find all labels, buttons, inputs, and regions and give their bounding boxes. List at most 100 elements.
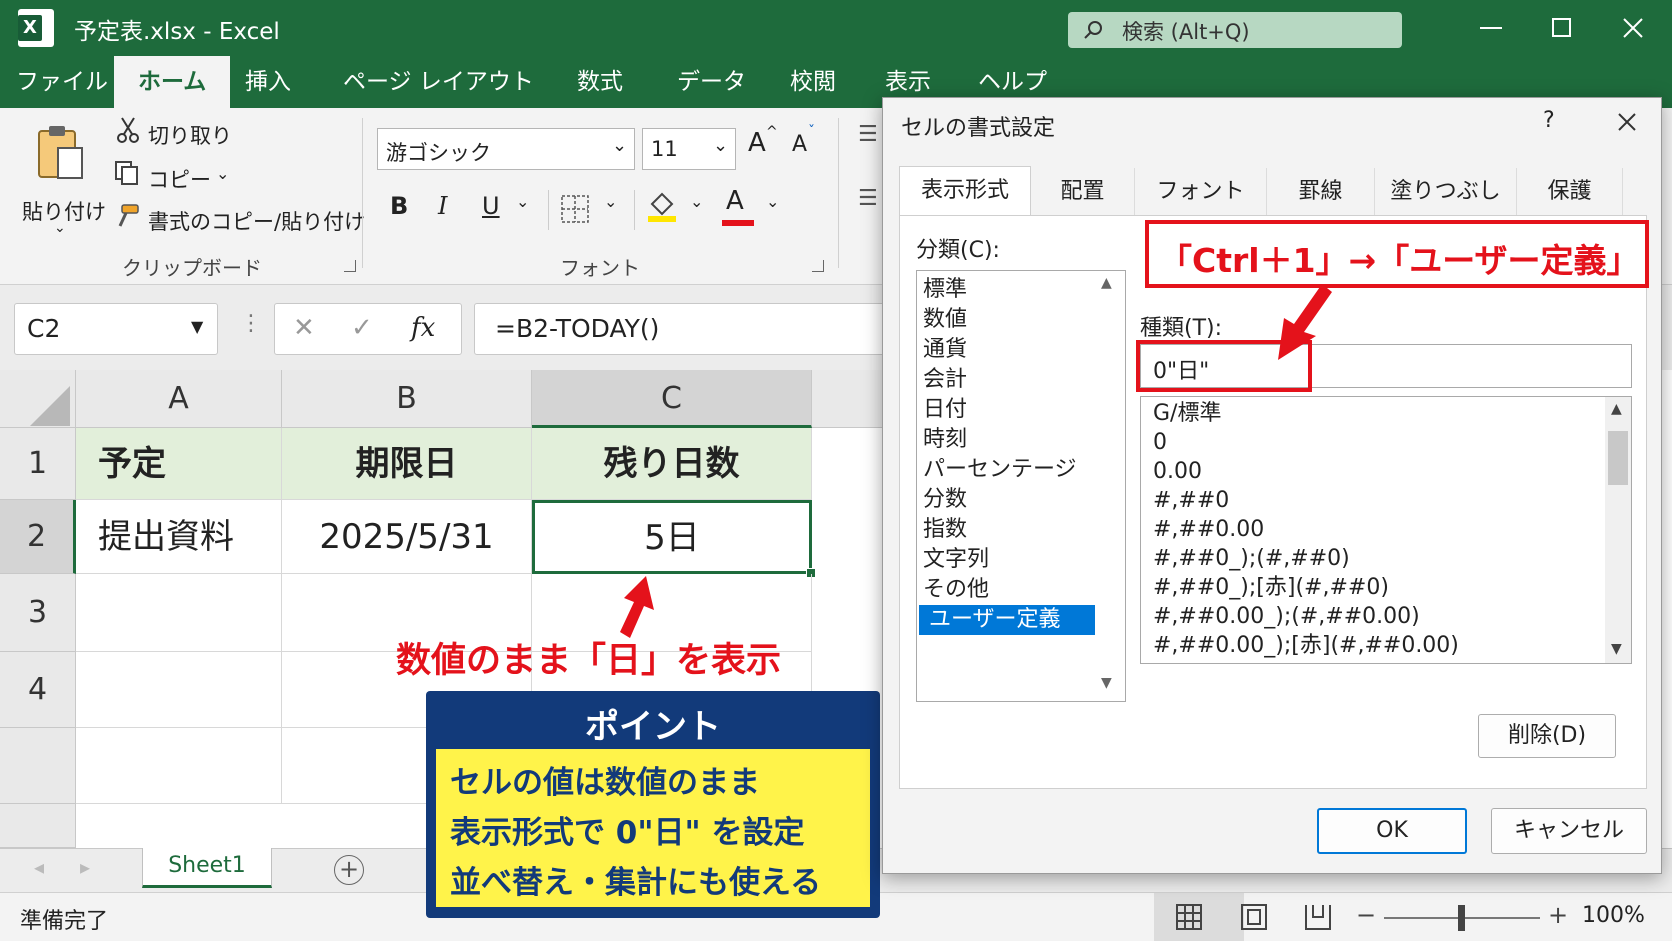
ok-button[interactable]: OK (1317, 808, 1467, 854)
shrink-font-button[interactable]: A (792, 132, 807, 157)
tab-review[interactable]: 校閲 (790, 56, 836, 108)
row-header-4[interactable]: 4 (0, 652, 76, 728)
insert-function-icon[interactable]: fx (411, 313, 435, 343)
category-item-percentage[interactable]: パーセンテージ (923, 455, 1077, 485)
category-item-text[interactable]: 文字列 (923, 545, 989, 575)
minimize-icon[interactable] (1480, 27, 1502, 29)
scroll-down-icon[interactable]: ▼ (1101, 675, 1112, 691)
format-list[interactable]: G/標準 0 0.00 #,##0 #,##0.00 #,##0_);(#,##… (1140, 396, 1632, 664)
cell-a1[interactable]: 予定 (76, 428, 282, 500)
underline-dropdown-icon[interactable]: ⌄ (516, 192, 529, 211)
row-header-6[interactable] (0, 804, 76, 848)
tab-insert[interactable]: 挿入 (245, 56, 291, 108)
format-item[interactable]: G/標準 (1153, 399, 1221, 429)
category-item-general[interactable]: 標準 (923, 275, 967, 305)
tab-data[interactable]: データ (677, 56, 746, 108)
zoom-in-button[interactable]: + (1548, 901, 1568, 929)
cell-b1[interactable]: 期限日 (282, 428, 532, 500)
formula-input[interactable]: =B2-TODAY() (474, 303, 894, 355)
cut-button[interactable]: 切り取り (148, 120, 232, 150)
row-header-5[interactable] (0, 728, 76, 804)
category-item-currency[interactable]: 通貨 (923, 335, 967, 365)
cell-c1[interactable]: 残り日数 (532, 428, 812, 500)
name-box[interactable]: C2 ▼ (14, 303, 218, 355)
borders-icon[interactable] (560, 194, 590, 224)
category-item-scientific[interactable]: 指数 (923, 515, 967, 545)
bold-button[interactable]: B (390, 192, 408, 220)
add-sheet-button[interactable]: + (334, 855, 364, 885)
category-item-special[interactable]: その他 (923, 575, 989, 605)
cell-a2[interactable]: 提出資料 (76, 500, 282, 574)
copy-dropdown-icon[interactable]: ⌄ (216, 164, 229, 183)
font-color-button[interactable]: A (726, 186, 744, 216)
scroll-down-icon[interactable]: ▼ (1611, 641, 1622, 657)
grow-font-button[interactable]: A (748, 128, 766, 158)
format-item[interactable]: #,##0.00 (1153, 515, 1264, 545)
format-item[interactable]: #,##0 (1153, 486, 1229, 516)
prev-sheet-icon[interactable]: ◂ (34, 855, 44, 879)
font-color-dropdown-icon[interactable]: ⌄ (766, 192, 779, 211)
tab-file[interactable]: ファイル (16, 56, 108, 108)
dialog-tab-font[interactable]: フォント (1135, 168, 1267, 216)
underline-button[interactable]: U (482, 192, 500, 220)
format-item[interactable]: #,##0.00_);[赤](#,##0.00) (1153, 631, 1459, 661)
font-name-select[interactable]: 游ゴシック ⌄ (377, 128, 635, 170)
maximize-icon[interactable] (1552, 18, 1571, 37)
zoom-out-button[interactable]: − (1356, 901, 1376, 929)
column-header-c[interactable]: C (532, 370, 812, 428)
enter-icon[interactable]: ✓ (351, 313, 373, 343)
page-layout-view-icon[interactable] (1240, 903, 1268, 931)
page-break-view-icon[interactable] (1304, 903, 1332, 931)
dialog-tab-border[interactable]: 罫線 (1267, 168, 1375, 216)
cancel-button[interactable]: キャンセル (1491, 808, 1647, 854)
paste-button[interactable]: 貼り付け ⌄ (18, 120, 106, 240)
format-item[interactable]: #,##0_);[赤](#,##0) (1153, 573, 1389, 603)
format-item[interactable]: 0.00 (1153, 457, 1202, 487)
column-header-a[interactable]: A (76, 370, 282, 428)
window-close-icon[interactable] (1622, 17, 1644, 39)
search-box[interactable]: 検索 (Alt+Q) (1068, 12, 1402, 48)
format-item[interactable]: #,##0.00_);(#,##0.00) (1153, 602, 1420, 632)
category-item-date[interactable]: 日付 (923, 395, 967, 425)
cancel-icon[interactable]: ✕ (293, 313, 315, 343)
tab-formulas[interactable]: 数式 (577, 56, 623, 108)
column-header-b[interactable]: B (282, 370, 532, 428)
category-item-fraction[interactable]: 分数 (923, 485, 967, 515)
more-icon[interactable]: ⋮ (240, 311, 262, 336)
dialog-tab-fill[interactable]: 塗りつぶし (1375, 168, 1517, 216)
name-box-dropdown-icon[interactable]: ▼ (191, 317, 203, 336)
cell-b2[interactable]: 2025/5/31 (282, 500, 532, 574)
dialog-tab-protection[interactable]: 保護 (1517, 168, 1623, 216)
fill-color-icon[interactable] (646, 188, 678, 222)
category-list[interactable]: 標準 数値 通貨 会計 日付 時刻 パーセンテージ 分数 指数 文字列 その他 … (916, 270, 1126, 702)
borders-dropdown-icon[interactable]: ⌄ (604, 192, 617, 211)
fill-dropdown-icon[interactable]: ⌄ (690, 192, 703, 211)
row-header-3[interactable]: 3 (0, 574, 76, 652)
row-header-2[interactable]: 2 (0, 500, 76, 574)
normal-view-icon[interactable] (1175, 903, 1203, 931)
align-icon[interactable]: ☰ (858, 186, 878, 211)
category-item-custom[interactable]: ユーザー定義 (919, 605, 1095, 635)
delete-button[interactable]: 削除(D) (1478, 714, 1616, 758)
format-item[interactable]: 0 (1153, 428, 1167, 458)
copy-button[interactable]: コピー (148, 164, 211, 194)
italic-button[interactable]: I (438, 192, 447, 220)
scroll-up-icon[interactable]: ▲ (1101, 275, 1112, 291)
next-sheet-icon[interactable]: ▸ (80, 855, 90, 879)
format-item[interactable]: #,##0_);(#,##0) (1153, 544, 1350, 574)
cell-a3[interactable] (76, 574, 282, 652)
clipboard-launcher-icon[interactable] (344, 260, 356, 272)
tab-home[interactable]: ホーム (114, 56, 231, 108)
tab-page-layout[interactable]: ページ レイアウト (343, 56, 534, 108)
dialog-tab-alignment[interactable]: 配置 (1031, 168, 1135, 216)
format-painter-button[interactable]: 書式のコピー/貼り付け (148, 206, 365, 236)
dialog-help-button[interactable]: ? (1543, 108, 1555, 133)
dialog-close-icon[interactable] (1617, 112, 1637, 132)
zoom-level[interactable]: 100% (1582, 903, 1645, 928)
sheet-tab-sheet1[interactable]: Sheet1 (142, 848, 272, 888)
select-all-corner[interactable] (0, 370, 76, 428)
font-launcher-icon[interactable] (812, 260, 824, 272)
scroll-up-icon[interactable]: ▲ (1611, 401, 1622, 417)
cell-a5[interactable] (76, 728, 282, 804)
category-item-accounting[interactable]: 会計 (923, 365, 967, 395)
